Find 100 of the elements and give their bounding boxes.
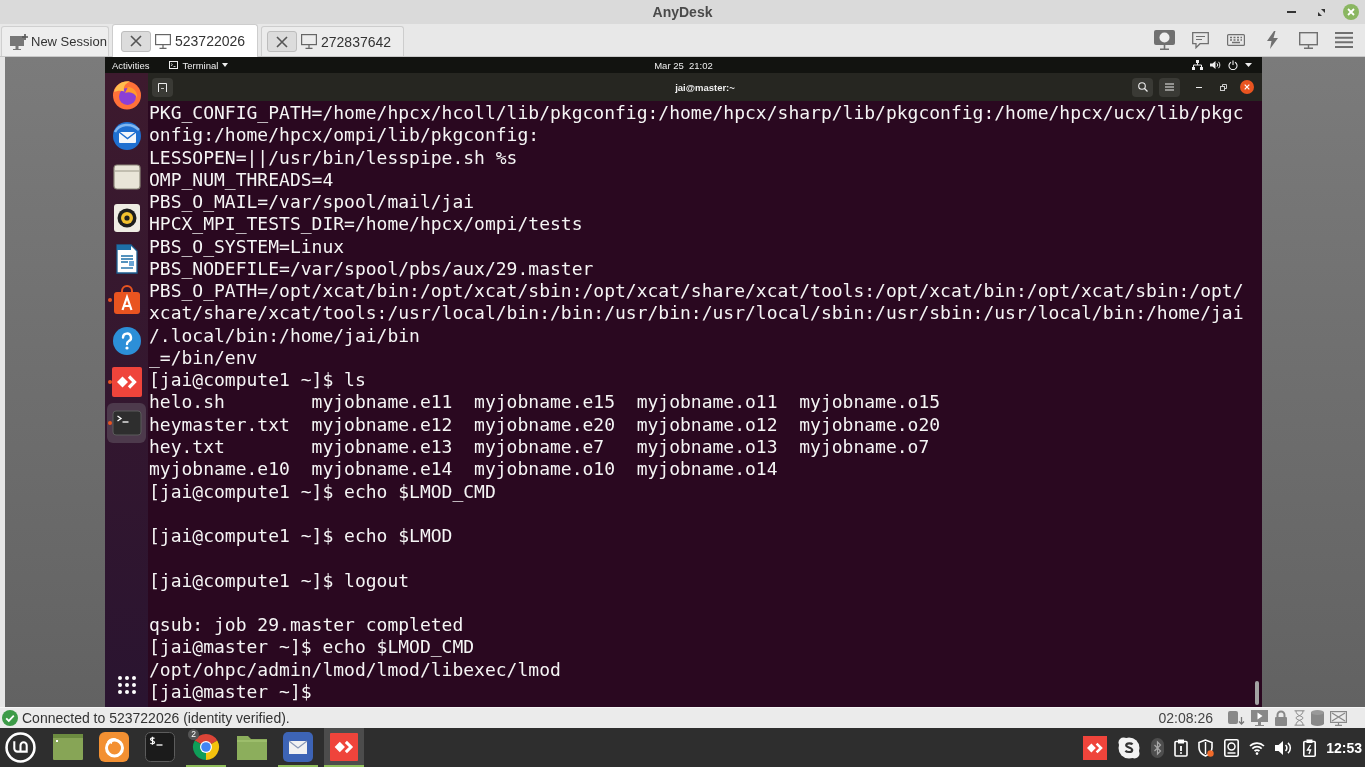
- close-tab-button[interactable]: [121, 30, 151, 52]
- app-grid-icon: [117, 676, 136, 694]
- lock-icon: [1274, 710, 1288, 726]
- terminal-line: onfig:/home/hpcx/ompi/lib/pkgconfig:: [149, 124, 540, 147]
- terminal-line: HPCX_MPI_TESTS_DIR=/home/hpcx/ompi/tests: [149, 213, 583, 236]
- speaker-icon: [111, 203, 142, 233]
- diamond-chevron-icon: [330, 732, 358, 761]
- terminal-line: _=/bin/env: [149, 346, 258, 370]
- diamond-chevron-icon: [1083, 735, 1108, 760]
- power-icon: [1228, 60, 1238, 70]
- terminal-icon: [111, 408, 142, 438]
- new-session-button[interactable]: New Session: [1, 26, 109, 56]
- browser-icon: [111, 80, 142, 110]
- help-icon: [111, 326, 142, 356]
- caret-icon: [1245, 63, 1252, 67]
- taskbar-button[interactable]: [324, 728, 364, 767]
- monitor-plus-icon: [10, 33, 28, 50]
- window-title: AnyDesk: [652, 4, 713, 20]
- bluetooth-icon: [1151, 737, 1165, 758]
- restore-icon: [1219, 83, 1227, 91]
- session-timer: 02:08:26: [1158, 710, 1213, 726]
- terminal-line: [jai@master ~]$: [149, 680, 312, 704]
- close-icon: [276, 35, 288, 48]
- diamond-chevron-icon: [111, 367, 142, 397]
- maximize-icon: [1317, 8, 1325, 16]
- terminal-line: PBS_O_PATH=/opt/xcat/bin:/opt/xcat/sbin:/opt/xcat/share/xcat/tools:/opt/xcat/bin:/opt/xcat/sbin:/opt/: [149, 280, 1244, 303]
- terminal-line: qsub: job 29.master completed: [149, 614, 464, 637]
- volume-icon: [1275, 739, 1294, 756]
- terminal-line: heymaster.txt myjobname.e12 myjobname.e20 myjobname.o12 myjobname.o20: [149, 413, 941, 436]
- monitor-icon: [301, 34, 317, 49]
- shopping-bag-icon: [111, 285, 142, 315]
- clock[interactable]: Mar 25 21:02: [654, 59, 713, 71]
- drive-icon: [1224, 738, 1240, 757]
- clipboard-icon: [1174, 738, 1189, 757]
- close-button[interactable]: [1240, 80, 1254, 94]
- terminal-line: LESSOPEN=||/usr/bin/lesspipe.sh %s: [149, 146, 518, 169]
- activities-button[interactable]: Activities: [112, 59, 150, 71]
- minimize-icon: [1196, 86, 1202, 88]
- hourglass-icon: [1294, 710, 1305, 726]
- lightning-icon: [1266, 31, 1278, 49]
- notification-badge: 2: [188, 729, 199, 740]
- mail-icon: [283, 731, 313, 762]
- search-button[interactable]: [1132, 77, 1153, 97]
- shield-icon: [1198, 738, 1215, 757]
- terminal-icon: [145, 731, 175, 762]
- folder-icon: [237, 733, 267, 760]
- caret-icon: [222, 63, 229, 67]
- volume-icon: [1210, 60, 1221, 70]
- terminal-line: helo.sh myjobname.e11 myjobname.e15 myjobname.o11 myjobname.o15: [149, 391, 941, 414]
- monitor-icon: [1298, 31, 1318, 49]
- close-icon: [1240, 80, 1254, 94]
- close-icon: [130, 35, 142, 47]
- terminal-line: [jai@compute1 ~]$ echo $LMOD: [149, 525, 453, 548]
- clock[interactable]: 12:53: [1326, 739, 1362, 756]
- terminal-title: jai@master:~: [675, 81, 735, 93]
- taskbar-button[interactable]: 2: [186, 728, 226, 767]
- terminal-line: PBS_NODEFILE=/var/spool/pbs/aux/29.master: [149, 257, 594, 281]
- web-browser-icon: [191, 731, 221, 762]
- terminal-line: PKG_CONFIG_PATH=/home/hpcx/hcoll/lib/pkgconfig:/home/hpcx/sharp/lib/pkgconfig:/home/hpcx/ucx/lib/pkgc: [149, 102, 1244, 125]
- s-bubble-icon: [1117, 735, 1142, 760]
- minimize-icon: [1286, 11, 1296, 13]
- tab-icon: [158, 82, 167, 92]
- terminal-line: PBS_O_SYSTEM=Linux: [149, 235, 345, 258]
- file-arrow-icon: [1228, 710, 1245, 726]
- crossed-monitor-icon: [1330, 710, 1347, 726]
- menu-logo-icon: [5, 732, 36, 763]
- fox-browser-icon: [99, 731, 129, 762]
- terminal-line: [jai@compute1 ~]$ logout: [149, 569, 410, 592]
- terminal-line: [jai@compute1 ~]$ ls: [149, 369, 366, 392]
- terminal-line: /opt/ohpc/admin/lmod/lmod/libexec/lmod: [149, 658, 561, 681]
- keyboard-icon: [1227, 34, 1245, 46]
- session-tab[interactable]: 523722026: [112, 24, 258, 57]
- search-icon: [1137, 82, 1148, 92]
- monitor-icon: [155, 33, 171, 49]
- chat-icon: [1191, 31, 1209, 49]
- desktop-icon: [53, 733, 83, 760]
- scrollbar-thumb[interactable]: [1255, 681, 1259, 705]
- network-icon: [1192, 60, 1203, 70]
- app-menu[interactable]: Terminal: [169, 59, 229, 71]
- menu-icon: [1165, 83, 1174, 91]
- session-tab[interactable]: 272837642: [261, 26, 404, 56]
- terminal-line: xcat/share/xcat/tools:/usr/local/bin:/bin:/usr/bin:/usr/local/sbin:/usr/sbin:/usr/local/bin:/home/jai: [149, 302, 1244, 325]
- tab-button[interactable]: [152, 77, 173, 97]
- terminal-line: /.local/bin:/home/jai/bin: [149, 324, 420, 347]
- terminal-icon: [169, 61, 179, 69]
- terminal-line: PBS_O_MAIL=/var/spool/mail/jai: [149, 191, 475, 214]
- battery-icon: [1303, 738, 1317, 757]
- terminal-line: [jai@master ~]$ echo $LMOD_CMD: [149, 636, 475, 659]
- close-tab-button[interactable]: [267, 31, 297, 52]
- folder-icon: [111, 162, 142, 192]
- status-message: Connected to 523722026 (identity verified).: [22, 710, 290, 726]
- menu-icon: [1335, 32, 1353, 48]
- close-icon: [1343, 4, 1359, 20]
- monitor-circle-icon: [1153, 30, 1175, 50]
- terminal-line: hey.txt myjobname.e13 myjobname.e7 myjobname.o13 myjobname.o7: [149, 436, 930, 459]
- terminal-line: [jai@compute1 ~]$ echo $LMOD_CMD: [149, 480, 496, 503]
- app-grid-button[interactable]: [116, 675, 137, 695]
- terminal-line: myjobname.e10 myjobname.e14 myjobname.o10 myjobname.o14: [149, 458, 778, 481]
- mail-icon: [111, 121, 142, 151]
- terminal-line: OMP_NUM_THREADS=4: [149, 168, 334, 192]
